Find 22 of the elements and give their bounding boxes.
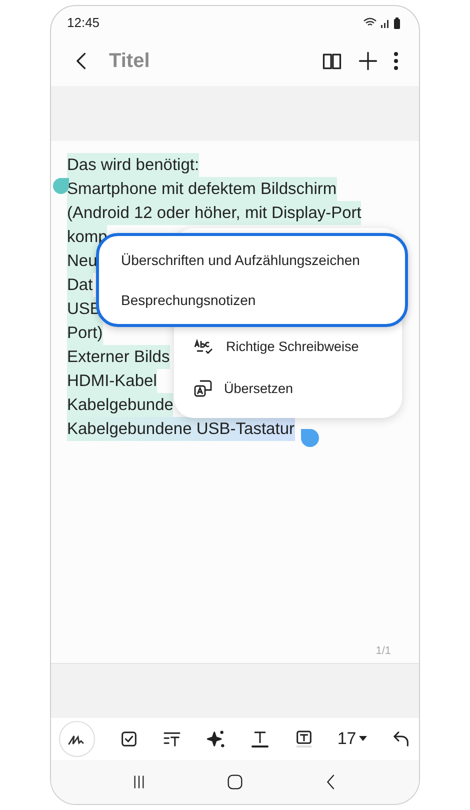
selection-end-handle[interactable] <box>301 429 319 447</box>
add-icon[interactable] <box>357 50 379 72</box>
menu-item[interactable]: Überschriften und Aufzählungszeichen <box>121 248 383 272</box>
text-color-icon[interactable] <box>250 729 270 749</box>
caret-icon <box>359 736 368 742</box>
undo-icon[interactable] <box>390 729 411 749</box>
handwriting-button[interactable] <box>59 721 95 757</box>
sparkle-icon[interactable] <box>206 729 226 749</box>
text-background-icon[interactable] <box>294 729 314 749</box>
spell-check-icon <box>194 339 214 355</box>
status-icons <box>363 17 403 29</box>
translate-icon <box>194 380 212 398</box>
font-size-button[interactable]: 17 <box>337 726 368 752</box>
page-counter: 1/1 <box>376 644 391 658</box>
menu-item[interactable]: Besprechungsnotizen <box>121 288 383 312</box>
selection-start-handle[interactable] <box>53 178 69 194</box>
status-time: 12:45 <box>67 14 100 32</box>
home-icon[interactable] <box>225 772 245 792</box>
menu-item[interactable]: Übersetzen <box>174 368 402 410</box>
checkbox-icon[interactable] <box>118 729 139 749</box>
more-icon[interactable] <box>393 51 399 71</box>
menu-item[interactable]: Richtige Schreibweise <box>174 326 402 368</box>
